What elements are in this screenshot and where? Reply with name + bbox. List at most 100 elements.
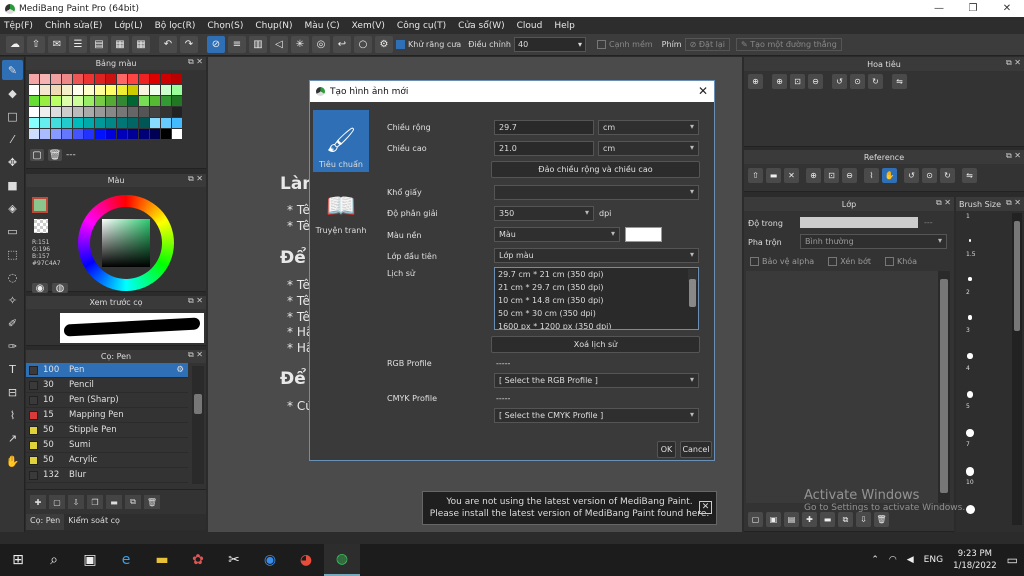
palette-swatch[interactable] xyxy=(40,96,50,106)
vanish-snap-icon[interactable]: ◁ xyxy=(270,36,288,53)
paper-size-select[interactable] xyxy=(494,185,699,200)
lasso-tool-icon[interactable]: ◌ xyxy=(2,267,23,287)
cmyk-profile-select[interactable]: [ Select the CMYK Profile ] xyxy=(494,408,699,423)
palette-swatch[interactable] xyxy=(139,107,149,117)
palette-swatch[interactable] xyxy=(40,107,50,117)
panel-controls[interactable]: ⧉ ✕ xyxy=(188,296,203,306)
cross-snap-icon[interactable]: ▥ xyxy=(249,36,267,53)
brush-duplicate-icon[interactable]: ⧉ xyxy=(125,495,141,509)
layer-delete-icon[interactable]: 🗑 xyxy=(874,512,889,527)
gradient-tool-icon[interactable]: ▭ xyxy=(2,221,23,241)
chevron-up-icon[interactable]: ⌃ xyxy=(871,555,879,565)
radial-snap-icon[interactable]: ✳ xyxy=(291,36,309,53)
dot-tool-icon[interactable]: ⁄ xyxy=(2,129,23,149)
add-brush-icon[interactable]: ✚ xyxy=(30,495,46,509)
notification-icon[interactable]: ▭ xyxy=(1007,553,1018,567)
palette-swatch[interactable] xyxy=(150,85,160,95)
search-icon[interactable]: ⌕ xyxy=(36,544,72,576)
zoom-in-icon[interactable]: ⊕ xyxy=(772,74,787,89)
menu-color[interactable]: Màu (C) xyxy=(305,21,340,31)
text-tool-icon[interactable]: T xyxy=(2,359,23,379)
palette-swatch[interactable] xyxy=(150,118,160,128)
layer-copy-icon[interactable]: ⧉ xyxy=(838,512,853,527)
palette-swatch[interactable] xyxy=(29,85,39,95)
palette-swatch[interactable] xyxy=(51,129,61,139)
palette-swatch[interactable] xyxy=(150,107,160,117)
palette-swatch[interactable] xyxy=(172,85,182,95)
brush-item[interactable]: 132 Blur xyxy=(26,468,188,483)
curve-snap-icon[interactable]: ↩ xyxy=(333,36,351,53)
menu-view[interactable]: Xem(V) xyxy=(352,21,385,31)
menu-filter[interactable]: Bộ lọc(R) xyxy=(155,21,196,31)
palette-swatch[interactable] xyxy=(139,96,149,106)
palette-swatch[interactable] xyxy=(106,74,116,84)
move-tool-icon[interactable]: ✥ xyxy=(2,152,23,172)
palette-swatch[interactable] xyxy=(62,129,72,139)
palette-swatch[interactable] xyxy=(172,118,182,128)
palette-swatch[interactable] xyxy=(62,118,72,128)
palette-swatch[interactable] xyxy=(73,118,83,128)
saturation-square[interactable] xyxy=(102,219,150,267)
history-item[interactable]: 50 cm * 30 cm (350 dpi) xyxy=(495,307,698,320)
brush-item[interactable]: 50 Acrylic xyxy=(26,453,188,468)
zoom-out-icon[interactable]: ⊖ xyxy=(842,168,857,183)
palette-swatch[interactable] xyxy=(62,74,72,84)
preset-standard[interactable]: 🖌 Tiêu chuẩn xyxy=(313,110,369,172)
menu-help[interactable]: Help xyxy=(554,21,575,31)
wifi-icon[interactable]: ◠ xyxy=(889,555,897,565)
panel-controls[interactable]: ⧉ ✕ xyxy=(1006,198,1021,208)
zoom-icon[interactable]: ⊕ xyxy=(748,74,763,89)
snap-settings-icon[interactable]: ⚙ xyxy=(375,36,393,53)
color-wheel-icon[interactable]: ◉ xyxy=(32,283,48,294)
history-item[interactable]: 10 cm * 14.8 cm (350 dpi) xyxy=(495,294,698,307)
palette-swatch[interactable] xyxy=(51,118,61,128)
palette-swatch[interactable] xyxy=(95,74,105,84)
palette-swatch[interactable] xyxy=(150,129,160,139)
palette-swatch[interactable] xyxy=(95,107,105,117)
close-button[interactable]: ✕ xyxy=(990,0,1024,17)
lock-toggle[interactable]: Khóa xyxy=(884,257,917,266)
zoom-in-icon[interactable]: ⊕ xyxy=(806,168,821,183)
snap-off-icon[interactable]: ⊘ xyxy=(207,36,225,53)
brush-item[interactable]: 100 Pen ⚙ xyxy=(26,363,188,378)
brush-size-scrollbar[interactable] xyxy=(1012,213,1022,525)
palette-swatch[interactable] xyxy=(73,85,83,95)
upload-icon[interactable]: ⇧ xyxy=(27,36,45,53)
palette-swatch[interactable] xyxy=(40,85,50,95)
flip-icon[interactable]: ⇋ xyxy=(892,74,907,89)
layer-folder-icon[interactable]: ▬ xyxy=(820,512,835,527)
palette-swatch[interactable] xyxy=(139,129,149,139)
panel-controls[interactable]: ⧉ ✕ xyxy=(936,198,951,208)
folder-icon[interactable]: ▬ xyxy=(766,168,781,183)
palette-swatch[interactable] xyxy=(51,96,61,106)
foreground-color[interactable] xyxy=(32,197,48,213)
layer-merge-icon[interactable]: ⇩ xyxy=(856,512,871,527)
width-unit-select[interactable]: cm xyxy=(598,120,699,135)
menu-file[interactable]: Tệp(F) xyxy=(4,21,33,31)
height-input[interactable]: 21.0 xyxy=(494,141,594,156)
history-scroll-thumb[interactable] xyxy=(689,279,696,307)
update-notice[interactable]: You are not using the latest version of … xyxy=(422,491,717,525)
palette-swatch[interactable] xyxy=(95,85,105,95)
opacity-slider[interactable] xyxy=(800,217,918,228)
divide-tool-icon[interactable]: ⊟ xyxy=(2,382,23,402)
clock[interactable]: 9:23 PM 1/18/2022 xyxy=(953,548,997,572)
palette-swatch[interactable] xyxy=(128,85,138,95)
brush-page-icon[interactable]: ▢ xyxy=(49,495,65,509)
palette-swatch[interactable] xyxy=(161,129,171,139)
blend-select[interactable]: Bình thường xyxy=(800,234,947,249)
rotate-reset-icon[interactable]: ⊙ xyxy=(922,168,937,183)
palette-swatch[interactable] xyxy=(117,85,127,95)
menu-edit[interactable]: Chỉnh sửa(E) xyxy=(45,21,102,31)
grid-icon[interactable]: ▦ xyxy=(132,36,150,53)
palette-swatch[interactable] xyxy=(139,85,149,95)
brush-scrollbar[interactable] xyxy=(192,366,204,484)
close-icon[interactable]: ✕ xyxy=(784,168,799,183)
resolution-select[interactable]: 350 xyxy=(494,206,594,221)
add-layer-icon[interactable]: ✚ xyxy=(802,512,817,527)
palette-swatch[interactable] xyxy=(40,74,50,84)
operation-tool-icon[interactable]: ↗ xyxy=(2,428,23,448)
palette-swatch[interactable] xyxy=(128,74,138,84)
gear-icon[interactable]: ⚙ xyxy=(176,365,184,375)
palette-swatch[interactable] xyxy=(40,129,50,139)
